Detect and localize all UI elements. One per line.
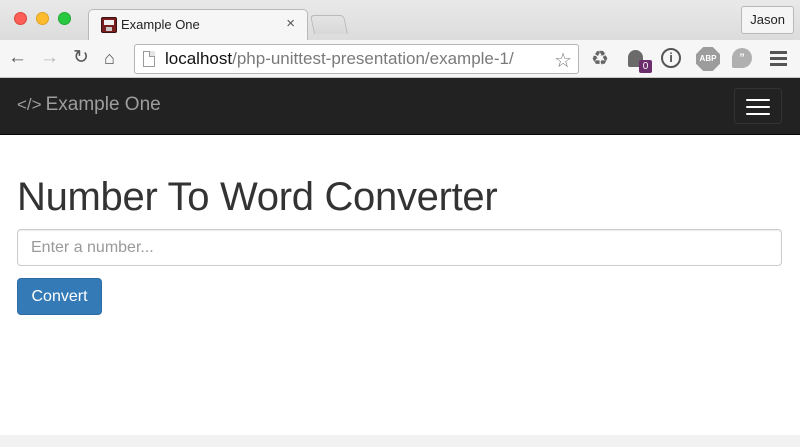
minimize-window-button[interactable] bbox=[36, 12, 49, 25]
page-icon bbox=[143, 51, 155, 67]
code-icon: </> bbox=[17, 95, 42, 114]
hamburger-menu-button[interactable] bbox=[734, 88, 782, 124]
forward-arrow-icon[interactable]: → bbox=[40, 47, 59, 69]
reload-icon[interactable]: ↻ bbox=[73, 47, 89, 69]
info-extension-icon[interactable]: i bbox=[661, 48, 681, 68]
bookmark-star-icon[interactable]: ☆ bbox=[554, 48, 572, 73]
brand-text: Example One bbox=[45, 94, 161, 115]
close-tab-icon[interactable]: × bbox=[286, 15, 295, 32]
ghostery-badge: 0 bbox=[639, 60, 652, 73]
new-tab-button[interactable] bbox=[309, 15, 349, 34]
navbar-brand-link[interactable]: </> Example One bbox=[17, 94, 161, 116]
home-icon[interactable]: ⌂ bbox=[104, 47, 115, 69]
recycle-extension-icon[interactable]: ♻ bbox=[589, 48, 611, 70]
profile-button[interactable]: Jason bbox=[741, 6, 794, 34]
browser-toolbar: ← → ↻ ⌂ localhost/php-unittest-presentat… bbox=[0, 40, 800, 78]
number-input[interactable] bbox=[17, 229, 782, 266]
tab-strip: Example One × Jason bbox=[0, 0, 800, 40]
url-path: /php-unittest-presentation/example-1/ bbox=[232, 49, 514, 68]
url-host: localhost bbox=[165, 49, 233, 68]
chrome-menu-icon[interactable] bbox=[770, 51, 787, 69]
hangouts-extension-icon[interactable]: ” bbox=[732, 48, 752, 68]
zoom-window-button[interactable] bbox=[58, 12, 71, 25]
url-text[interactable]: localhost/php-unittest-presentation/exam… bbox=[165, 49, 514, 69]
convert-button[interactable]: Convert bbox=[17, 278, 102, 315]
site-navbar: </> Example One bbox=[0, 78, 800, 135]
floppy-disk-icon bbox=[101, 17, 117, 33]
page-title: Number To Word Converter bbox=[17, 175, 498, 219]
tab-title: Example One bbox=[121, 17, 200, 32]
address-bar[interactable]: localhost/php-unittest-presentation/exam… bbox=[134, 44, 579, 74]
close-window-button[interactable] bbox=[14, 12, 27, 25]
adblock-plus-icon[interactable]: ABP bbox=[696, 47, 720, 71]
back-arrow-icon[interactable]: ← bbox=[8, 47, 27, 69]
ghostery-extension-icon[interactable]: 0 bbox=[625, 48, 652, 73]
tab-example-one[interactable]: Example One × bbox=[88, 9, 308, 40]
main-content: Number To Word Converter Convert bbox=[0, 135, 800, 435]
